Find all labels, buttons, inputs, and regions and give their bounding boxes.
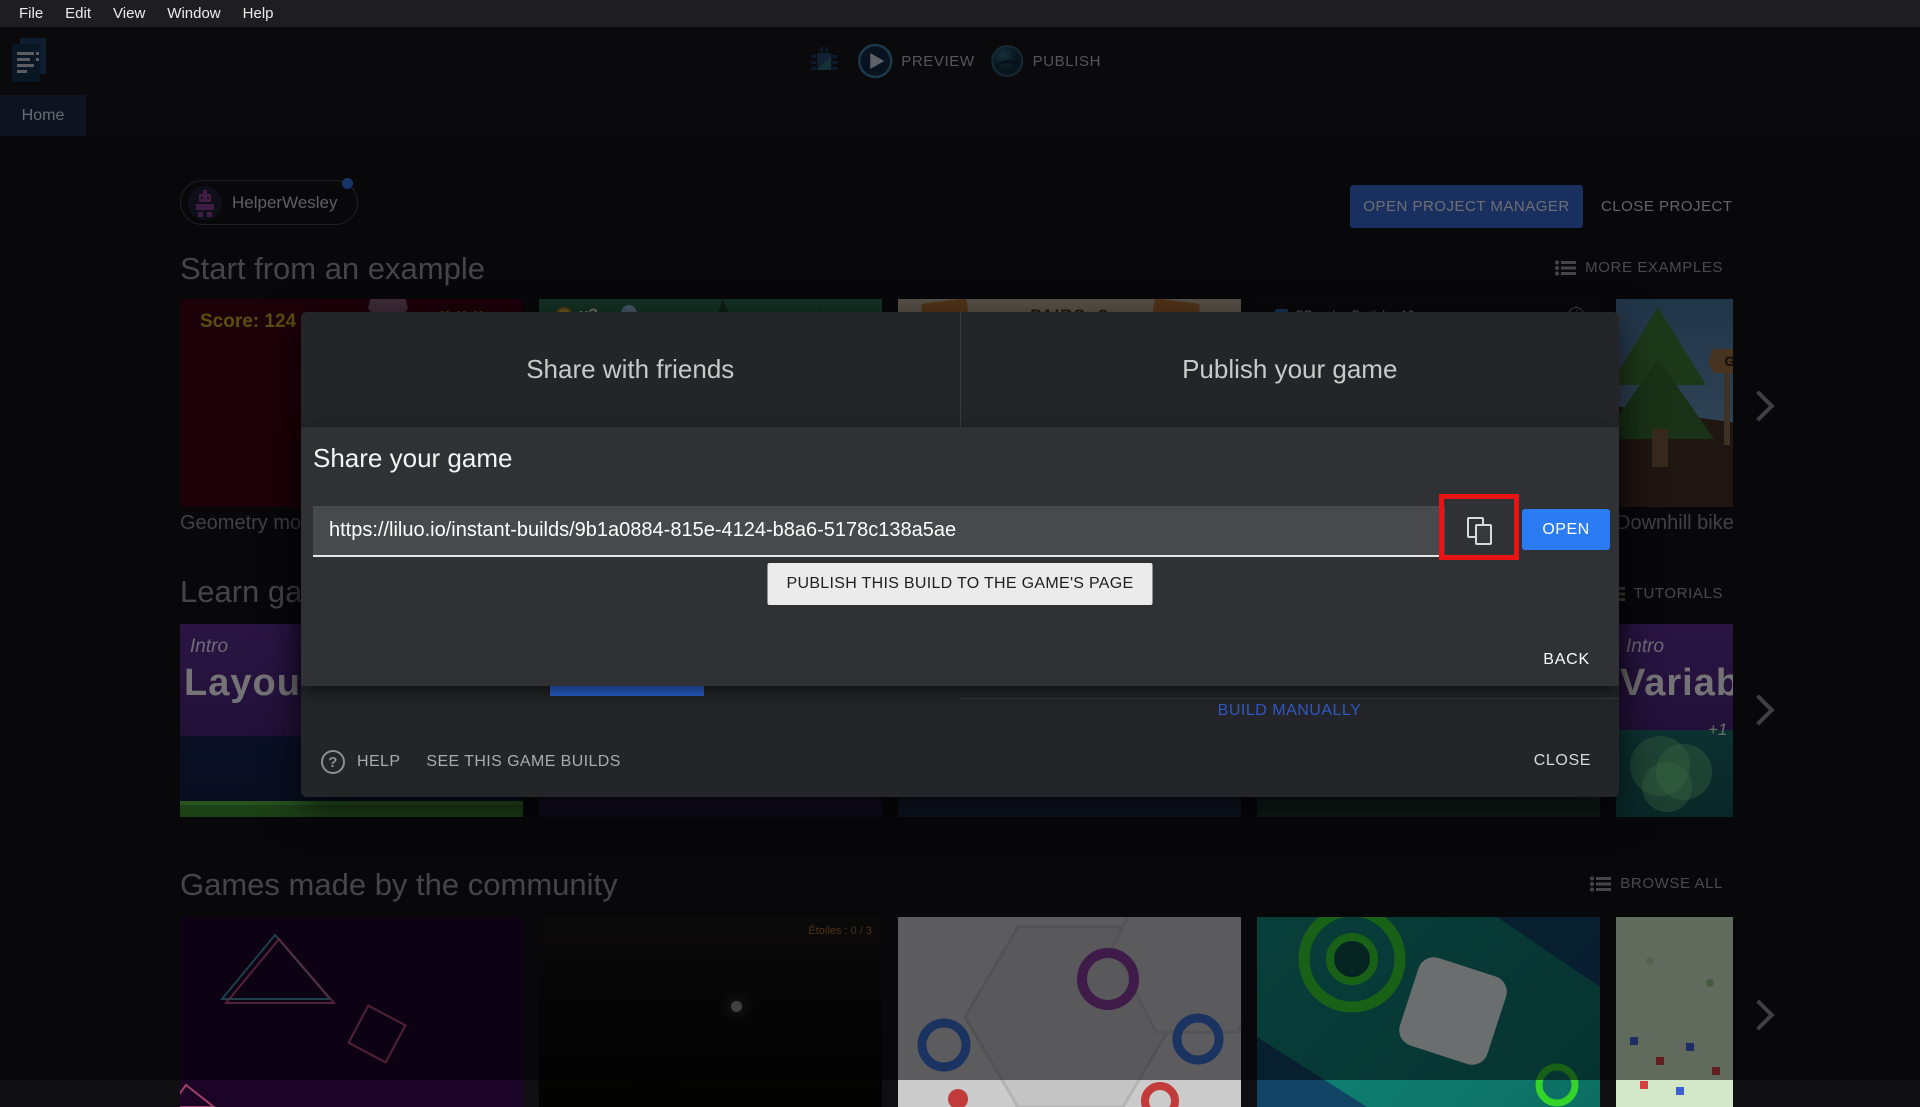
sprite [1640, 1081, 1648, 1089]
publish-build-button[interactable]: PUBLISH THIS BUILD TO THE GAME'S PAGE [767, 563, 1153, 605]
dialog-tab-bar: Share with friends Publish your game [301, 312, 1619, 427]
app-window: PREVIEW PUBLISH Home [0, 27, 1920, 1107]
tab-publish-your-game[interactable]: Publish your game [961, 312, 1620, 427]
build-url-input[interactable] [313, 506, 1445, 557]
menu-window[interactable]: Window [156, 0, 231, 27]
close-dialog-button[interactable]: CLOSE [1534, 752, 1591, 770]
share-your-game-panel: Share your game OPEN PUBLISH THIS BUILD … [301, 427, 1619, 686]
share-dialog: Share with friends Publish your game Sha… [301, 312, 1619, 797]
menu-edit[interactable]: Edit [54, 0, 102, 27]
see-game-builds-button[interactable]: SEE THIS GAME BUILDS [426, 753, 620, 771]
tab-share-with-friends[interactable]: Share with friends [301, 312, 961, 427]
menu-view[interactable]: View [102, 0, 156, 27]
sprite [1676, 1087, 1684, 1095]
panel-title: Share your game [313, 443, 513, 473]
help-button[interactable]: HELP [357, 753, 400, 771]
open-build-button[interactable]: OPEN [1522, 509, 1610, 550]
dialog-footer: ? HELP SEE THIS GAME BUILDS [321, 750, 621, 774]
menu-help[interactable]: Help [232, 0, 285, 27]
help-icon[interactable]: ? [321, 750, 345, 774]
menu-bar: File Edit View Window Help [0, 0, 1920, 27]
back-button[interactable]: BACK [1543, 651, 1590, 669]
menu-file[interactable]: File [8, 0, 54, 27]
dialog-divider [960, 698, 1619, 699]
copy-link-button[interactable] [1453, 510, 1509, 554]
build-manually-button[interactable]: BUILD MANUALLY [960, 702, 1619, 720]
copy-icon [1465, 516, 1497, 548]
